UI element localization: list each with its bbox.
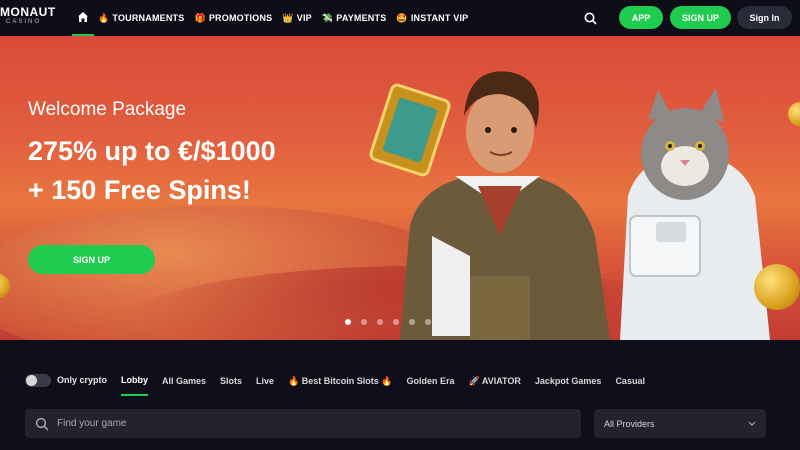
only-crypto-toggle[interactable]	[25, 374, 51, 387]
nav-label: INSTANT VIP	[410, 13, 469, 23]
tab-slots[interactable]: Slots	[220, 366, 242, 396]
nav-vip[interactable]: 👑 VIP	[282, 0, 312, 36]
nav-label: TOURNAMENTS	[112, 13, 185, 23]
nav-promotions[interactable]: 🎁 PROMOTIONS	[194, 0, 272, 36]
hero-signup-button[interactable]: SIGN UP	[28, 245, 155, 274]
nav-label: PAYMENTS	[336, 13, 387, 23]
carousel-dot[interactable]	[345, 319, 351, 325]
nav-label: VIP	[296, 13, 312, 23]
providers-label: All Providers	[604, 418, 655, 429]
signin-button[interactable]: Sign In	[737, 6, 792, 29]
home-button[interactable]	[72, 0, 94, 36]
chevron-down-icon	[748, 421, 756, 426]
nav-tournaments[interactable]: 🔥 TOURNAMENTS	[98, 0, 184, 36]
nav-payments[interactable]: 💸 PAYMENTS	[322, 0, 387, 36]
game-search-box	[25, 409, 581, 438]
payment-icon: 💸	[321, 12, 334, 23]
logo-sub: CASINO	[6, 19, 42, 25]
nav-label: PROMOTIONS	[208, 13, 273, 23]
header-search-button[interactable]	[580, 8, 600, 28]
tab-casual[interactable]: Casual	[615, 366, 645, 396]
star-face-icon: 🤩	[396, 12, 408, 23]
game-category-tabs: Lobby All Games Slots Live 🔥 Best Bitcoi…	[121, 366, 659, 396]
crown-icon: 👑	[282, 12, 294, 23]
carousel-dot[interactable]	[361, 319, 367, 325]
hero-title-line2: + 150 Free Spins!	[28, 175, 251, 205]
carousel-dots	[345, 319, 431, 325]
tab-best-bitcoin-slots[interactable]: 🔥 Best Bitcoin Slots 🔥	[288, 366, 392, 396]
top-header: MONAUT CASINO 🔥 TOURNAMENTS 🎁 PROMOTIONS 👑…	[0, 0, 800, 36]
gift-icon: 🎁	[194, 12, 206, 23]
tab-golden-era[interactable]: Golden Era	[407, 366, 455, 396]
game-search-input[interactable]	[57, 418, 537, 429]
carousel-dot[interactable]	[393, 319, 399, 325]
providers-select[interactable]: All Providers	[594, 409, 766, 438]
tab-live[interactable]: Live	[256, 366, 274, 396]
hero-title-line1: 275% up to €/$1000	[28, 136, 276, 166]
nav-instant-vip[interactable]: 🤩 INSTANT VIP	[396, 0, 468, 36]
hero-characters-illustration	[369, 71, 770, 340]
carousel-dot[interactable]	[409, 319, 415, 325]
app-button[interactable]: APP	[619, 6, 663, 29]
logo-word: MONAUT	[0, 5, 56, 19]
only-crypto-label: Only crypto	[57, 375, 108, 385]
tab-lobby[interactable]: Lobby	[121, 366, 148, 396]
search-icon	[35, 417, 49, 431]
gold-coin-decoration	[754, 264, 800, 310]
carousel-dot[interactable]	[425, 319, 431, 325]
tab-jackpot-games[interactable]: Jackpot Games	[535, 366, 602, 396]
home-icon	[78, 12, 88, 22]
tab-all-games[interactable]: All Games	[162, 366, 206, 396]
tab-aviator[interactable]: 🚀 AVIATOR	[469, 366, 521, 396]
hero-subtitle: Welcome Package	[28, 99, 187, 120]
main-nav: 🔥 TOURNAMENTS 🎁 PROMOTIONS 👑 VIP 💸 PAYMENTS …	[98, 0, 478, 36]
carousel-dot[interactable]	[377, 319, 383, 325]
casino-logo[interactable]: MONAUT CASINO	[0, 6, 60, 32]
header-signup-button[interactable]: SIGN UP	[670, 6, 731, 29]
toggle-knob	[26, 375, 37, 386]
fire-icon: 🔥	[98, 12, 110, 23]
search-icon	[584, 12, 597, 25]
hero-banner: Welcome Package 275% up to €/$1000 + 150…	[0, 36, 800, 340]
